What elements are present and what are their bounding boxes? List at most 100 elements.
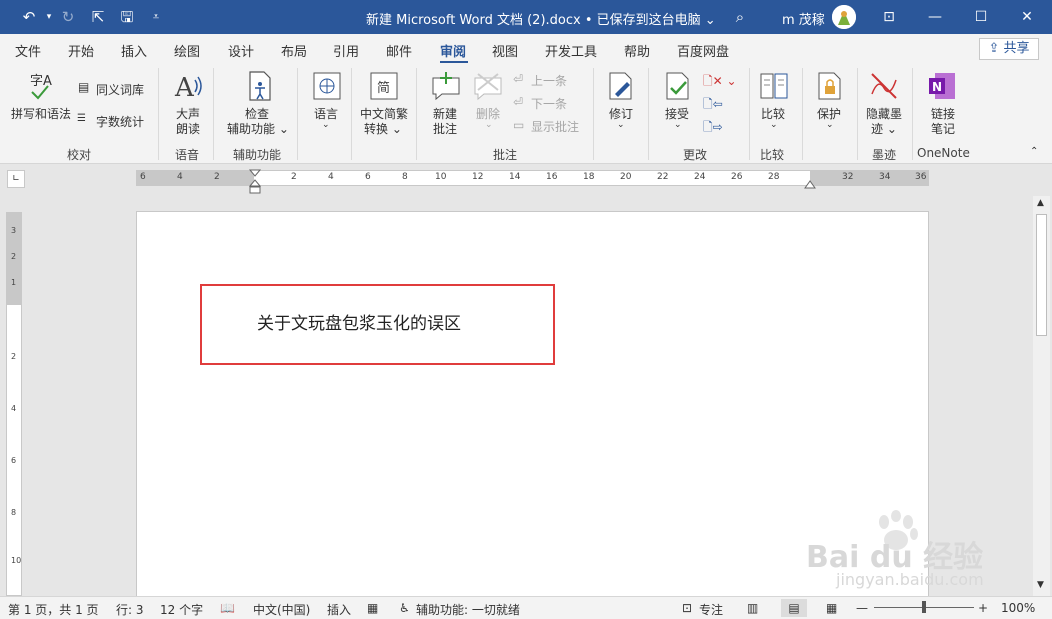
zoom-out-icon[interactable]: — <box>856 601 868 615</box>
group-separator <box>297 68 298 160</box>
status-words[interactable]: 12 个字 <box>160 601 203 618</box>
ruler-area: ∟ 6 4 2 2 4 6 8 10 12 14 16 18 20 22 24 … <box>0 165 1052 197</box>
svg-text:简: 简 <box>377 80 390 96</box>
compare-dropdown-icon: ⌄ <box>770 120 778 130</box>
touch-mode-icon[interactable]: ⇱ <box>87 6 109 28</box>
svg-text:4: 4 <box>11 404 16 413</box>
collapse-ribbon-icon[interactable]: ⌃ <box>1030 146 1038 157</box>
ruler-number: 2 <box>214 172 220 182</box>
scroll-up-icon[interactable]: ▲ <box>1037 198 1044 208</box>
ruler-number: 34 <box>879 172 891 182</box>
previous-comment-label: 上一条 <box>531 74 568 88</box>
thesaurus-label: 同义词库 <box>96 83 145 97</box>
vertical-ruler[interactable]: 3 2 1 2 4 6 8 10 <box>6 212 22 596</box>
hide-ink-label-2: 迹 ⌄ <box>871 122 897 136</box>
ruler-right-margin <box>810 171 928 185</box>
reject-icon[interactable]: 🗋✕ ⌄ <box>703 72 737 93</box>
tab-draw[interactable]: 绘图 <box>174 41 200 60</box>
tab-layout[interactable]: 布局 <box>281 41 307 60</box>
tab-review[interactable]: 审阅 <box>440 41 466 60</box>
scroll-down-icon[interactable]: ▼ <box>1037 580 1044 590</box>
vertical-scrollbar[interactable]: ▲ ▼ <box>1033 196 1050 596</box>
accept-dropdown-icon: ⌄ <box>674 120 682 130</box>
undo-icon[interactable]: ↶ <box>18 6 40 28</box>
tab-help[interactable]: 帮助 <box>624 41 650 60</box>
tab-home[interactable]: 开始 <box>68 41 94 60</box>
svg-text:1: 1 <box>11 278 16 287</box>
group-label-ink: 墨迹 <box>872 148 897 162</box>
accessibility-icon <box>249 71 271 101</box>
right-indent-marker-icon[interactable] <box>804 179 816 189</box>
delete-dropdown-icon: ⌄ <box>485 120 493 130</box>
accessibility-status-icon[interactable]: ♿ <box>399 601 410 615</box>
status-page[interactable]: 第 1 页，共 1 页 <box>8 601 99 618</box>
minimize-icon[interactable]: — <box>912 0 958 34</box>
ruler-number: 4 <box>177 172 183 182</box>
close-icon[interactable]: ✕ <box>1004 0 1050 34</box>
group-separator <box>593 68 594 160</box>
indent-marker-icon[interactable] <box>249 169 261 199</box>
status-mode[interactable]: 插入 <box>327 601 351 618</box>
redo-icon[interactable]: ↻ <box>57 6 79 28</box>
ruler-number: 10 <box>435 172 447 182</box>
group-separator <box>158 68 159 160</box>
scrollbar-thumb[interactable] <box>1036 214 1047 336</box>
tab-selector[interactable]: ∟ <box>7 170 25 188</box>
tab-references[interactable]: 引用 <box>333 41 359 60</box>
tab-design[interactable]: 设计 <box>228 41 254 60</box>
ribbon-display-options-icon[interactable]: ⊡ <box>866 0 912 34</box>
language-icon <box>313 72 341 100</box>
group-separator <box>857 68 858 160</box>
status-accessibility[interactable]: 辅助功能: 一切就绪 <box>416 601 520 618</box>
ruler-number: 26 <box>731 172 743 182</box>
read-mode-icon[interactable]: ▥ <box>747 601 758 615</box>
focus-icon[interactable]: ⊡ <box>682 601 692 615</box>
ruler-number: 20 <box>620 172 632 182</box>
horizontal-ruler[interactable]: 6 4 2 2 4 6 8 10 12 14 16 18 20 22 24 26… <box>136 169 929 194</box>
tab-insert[interactable]: 插入 <box>121 41 147 60</box>
group-label-changes: 更改 <box>683 148 708 162</box>
tab-file[interactable]: 文件 <box>15 41 41 60</box>
avatar[interactable] <box>832 5 856 29</box>
macro-record-icon[interactable]: ▦ <box>367 601 378 615</box>
hide-ink-icon <box>871 73 897 99</box>
previous-change-icon[interactable]: 🗋⇦ <box>703 95 723 116</box>
baidu-watermark: Bai du 经验 jingyan.baidu.com <box>806 510 1006 596</box>
read-aloud-icon: A <box>174 73 202 102</box>
chinese-conversion-icon: 简 <box>370 72 398 100</box>
ruler-number: 8 <box>402 172 408 182</box>
tab-view[interactable]: 视图 <box>492 41 518 60</box>
group-separator <box>213 68 214 160</box>
status-language[interactable]: 中文(中国) <box>253 601 310 618</box>
zoom-slider[interactable] <box>874 601 974 613</box>
group-separator <box>648 68 649 160</box>
tab-developer[interactable]: 开发工具 <box>545 41 597 60</box>
print-layout-icon[interactable]: ▤ <box>781 599 807 617</box>
status-line[interactable]: 行: 3 <box>116 601 144 618</box>
ruler-left-margin <box>137 171 254 185</box>
group-separator <box>912 68 913 160</box>
group-separator <box>749 68 750 160</box>
document-text[interactable]: 关于文玩盘包浆玉化的误区 <box>257 309 461 334</box>
next-change-icon[interactable]: 🗋⇨ <box>703 118 723 139</box>
tab-mailings[interactable]: 邮件 <box>386 41 412 60</box>
zoom-in-icon[interactable]: + <box>978 601 988 615</box>
status-focus[interactable]: 专注 <box>699 601 723 618</box>
user-name[interactable]: m 茂稼 <box>782 9 825 28</box>
share-button[interactable]: ⇪ 共享 <box>979 38 1039 60</box>
window-title[interactable]: 新建 Microsoft Word 文档 (2).docx • 已保存到这台电脑… <box>366 9 716 28</box>
zoom-slider-thumb[interactable] <box>922 601 926 613</box>
word-count-icon: ☰ <box>77 113 86 124</box>
web-layout-icon[interactable]: ▦ <box>826 601 837 615</box>
ribbon-tabs: 文件 开始 插入 绘图 设计 布局 引用 邮件 审阅 视图 开发工具 帮助 百度… <box>0 34 1052 64</box>
search-icon[interactable]: ⌕ <box>729 6 751 28</box>
status-zoom[interactable]: 100% <box>1001 601 1035 615</box>
save-icon[interactable]: 🖫 <box>116 6 138 28</box>
share-icon: ⇪ <box>988 41 1000 56</box>
tab-baidu-netdisk[interactable]: 百度网盘 <box>677 41 729 60</box>
proofing-status-icon[interactable]: 📖 <box>220 601 235 615</box>
svg-text:6: 6 <box>11 456 16 465</box>
maximize-icon[interactable]: ☐ <box>958 0 1004 34</box>
customize-qat-icon[interactable]: ⩡ <box>145 6 167 28</box>
ruler-number: 24 <box>694 172 706 182</box>
